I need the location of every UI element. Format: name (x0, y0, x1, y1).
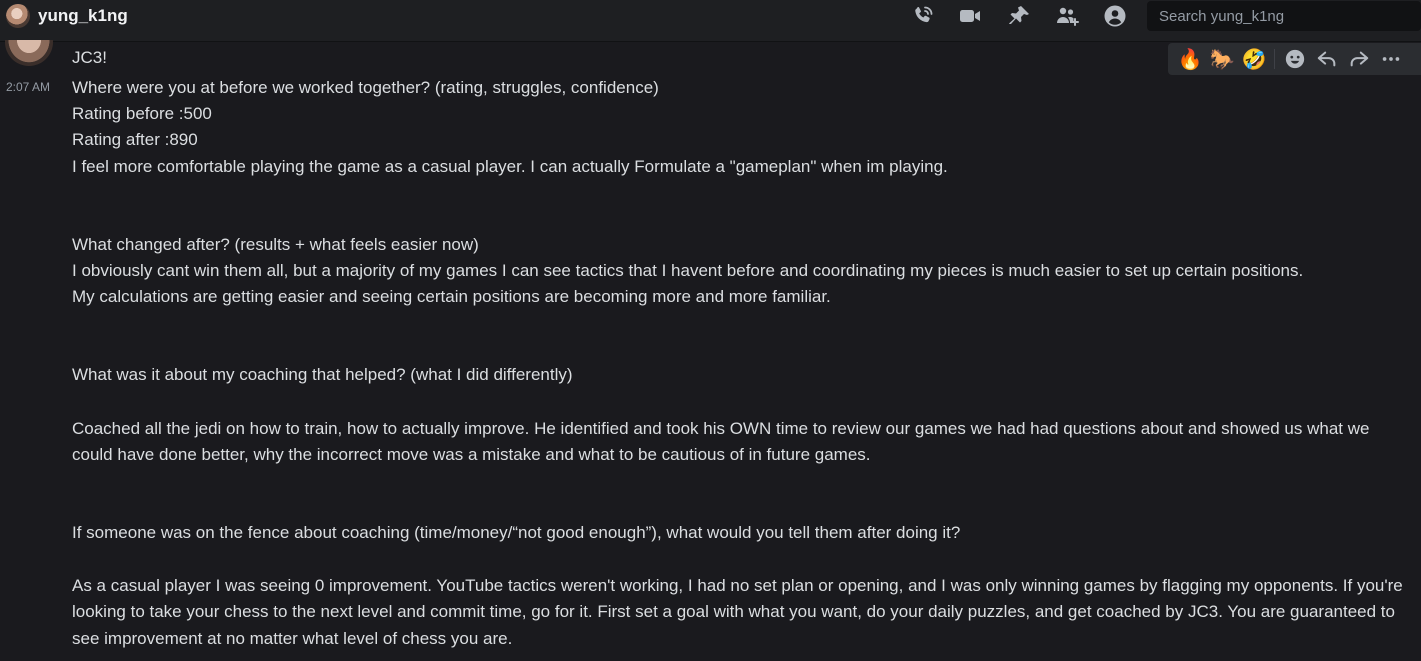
pin-icon[interactable] (1007, 4, 1031, 28)
answer-3: Coached all the jedi on how to train, ho… (72, 418, 1375, 464)
divider (1274, 49, 1275, 69)
message-timestamp[interactable]: 2:07 AM (6, 80, 50, 94)
question-1: Where were you at before we worked toget… (72, 78, 659, 97)
answer-4: As a casual player I was seeing 0 improv… (72, 576, 1408, 648)
fire-reaction[interactable]: 🔥 (1174, 45, 1206, 73)
rating-after: Rating after :890 (72, 130, 198, 150)
add-friend-icon[interactable] (1055, 4, 1079, 28)
previous-message-text: JC3! (72, 48, 107, 67)
message-content: Where were you at before we worked toget… (72, 75, 1412, 652)
horse-reaction[interactable]: 🐎 (1206, 45, 1238, 73)
question-2: What changed after? (results + what feel… (72, 234, 479, 254)
phone-call-icon[interactable] (911, 4, 935, 28)
message-action-toolbar: 🔥 🐎 🤣 (1168, 43, 1421, 75)
answer-1: I feel more comfortable playing the game… (72, 156, 948, 176)
page-title[interactable]: yung_k1ng (38, 6, 128, 26)
rofl-reaction[interactable]: 🤣 (1238, 45, 1270, 73)
question-4: If someone was on the fence about coachi… (72, 523, 961, 543)
avatar[interactable] (6, 4, 30, 28)
profile-icon[interactable] (1103, 4, 1127, 28)
question-3: What was it about my coaching that helpe… (72, 365, 573, 385)
search-bar[interactable] (1147, 1, 1421, 31)
add-reaction-icon[interactable] (1279, 45, 1311, 73)
avatar[interactable] (5, 40, 53, 66)
message: JC3! 2:07 AM Where were you at before we… (0, 40, 1421, 661)
more-icon[interactable] (1375, 45, 1407, 73)
answer-2a: I obviously cant win them all, but a maj… (72, 261, 1304, 281)
rating-before: Rating before :500 (72, 104, 212, 124)
dm-header: yung_k1ng (0, 0, 1421, 42)
answer-2b: My calculations are getting easier and s… (72, 287, 831, 307)
forward-icon[interactable] (1343, 45, 1375, 73)
reply-icon[interactable] (1311, 45, 1343, 73)
search-input[interactable] (1147, 1, 1421, 31)
video-icon[interactable] (958, 4, 982, 28)
